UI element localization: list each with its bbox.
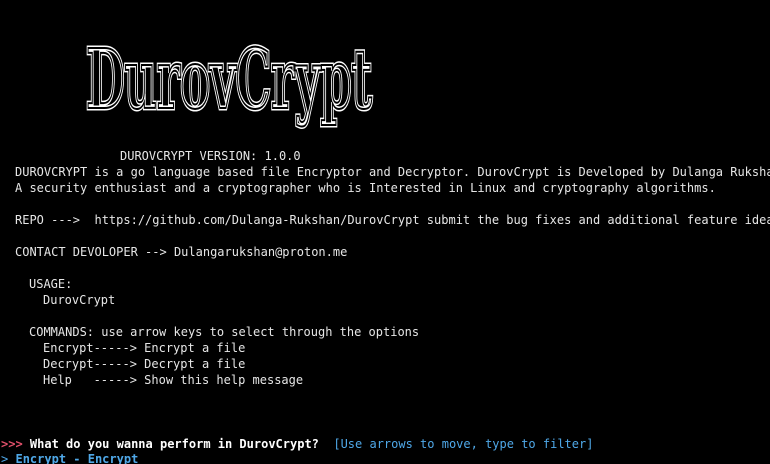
prompt-arrows: >>> [1,437,23,451]
command-item-help: Help -----> Show this help message [43,373,304,387]
commands-heading: COMMANDS: use arrow keys to select throu… [29,325,420,339]
usage-heading: USAGE: [29,277,73,291]
prompt-hint: [Use arrows to move, type to filter] [333,437,594,451]
prompt-question: What do you wanna perform in DurovCrypt? [29,437,319,451]
selected-option[interactable]: Encrypt - Encrypt [15,452,138,464]
command-item-encrypt: Encrypt-----> Encrypt a file [43,341,246,355]
prompt-line: >>> What do you wanna perform in DurovCr… [1,436,593,452]
durovcrypt-ascii-logo: DurovCrypt DurovCrypt [84,26,376,144]
selection-cursor-icon: > [1,452,9,464]
repo-line: REPO ---> https://github.com/Dulanga-Ruk… [15,213,770,227]
logo-text-inner: DurovCrypt [86,32,372,128]
contact-line: CONTACT DEVOLOPER --> Dulangarukshan@pro… [15,245,348,259]
logo-art: DurovCrypt DurovCrypt [84,30,375,131]
usage-command: DurovCrypt [43,293,116,307]
description-line-2: A security enthusiast and a cryptographe… [15,181,716,195]
selected-option-row[interactable]: > Encrypt - Encrypt [1,451,138,464]
description-line-1: DUROVCRYPT is a go language based file E… [15,165,770,179]
command-item-decrypt: Decrypt-----> Decrypt a file [43,357,246,371]
version-line: DUROVCRYPT VERSION: 1.0.0 [120,149,301,163]
terminal-window: DurovCrypt DurovCrypt DUROVCRYPT VERSION… [0,0,770,464]
